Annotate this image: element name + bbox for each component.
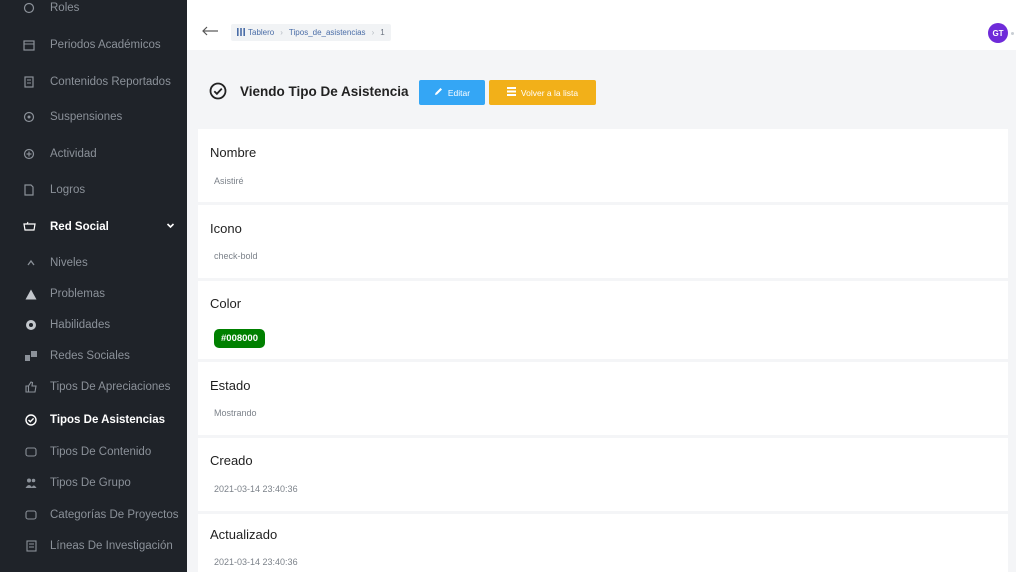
- sidebar-item-niveles[interactable]: Niveles: [0, 248, 187, 278]
- sidebar-item-label: Tipos De Apreciaciones: [50, 381, 171, 393]
- sidebar-item-actividad[interactable]: Actividad: [0, 139, 187, 169]
- field-label: Creado: [210, 453, 253, 468]
- sidebar-item-habilidades[interactable]: Habilidades: [0, 310, 187, 340]
- sidebar-item-periodos-academicos[interactable]: Periodos Académicos: [0, 30, 187, 60]
- check-circle-icon: [24, 413, 38, 427]
- sidebar-item-contenidos-reportados[interactable]: Contenidos Reportados: [0, 67, 187, 97]
- sidebar: Roles Periodos Académicos Contenidos Rep…: [0, 0, 187, 572]
- sidebar-item-label: Logros: [50, 184, 86, 196]
- breadcrumb-home-link[interactable]: Tablero: [248, 28, 274, 37]
- field-value: Mostrando: [214, 408, 257, 418]
- sidebar-item-problemas[interactable]: Problemas: [0, 279, 187, 309]
- sidebar-item-tipos-de-contenido[interactable]: Tipos De Contenido: [0, 437, 187, 467]
- main-content: Tablero › Tipos_de_asistencias › 1 GT Vi…: [187, 10, 1016, 572]
- sidebar-item-tipos-de-grupo[interactable]: Tipos De Grupo: [0, 468, 187, 498]
- content-icon: [24, 445, 38, 459]
- calendar-icon: [22, 38, 36, 52]
- field-label: Nombre: [210, 145, 257, 160]
- dashboard-icon: [237, 27, 245, 38]
- pencil-icon: [434, 87, 448, 98]
- sidebar-item-label: Líneas De Investigación: [50, 540, 173, 552]
- achievement-icon: [22, 183, 36, 197]
- app-window: Roles Periodos Académicos Contenidos Rep…: [0, 0, 1016, 572]
- topbar: Tablero › Tipos_de_asistencias › 1 GT: [187, 10, 1016, 50]
- activity-icon: [22, 147, 36, 161]
- edit-button-label: Editar: [447, 87, 471, 98]
- breadcrumb-separator: ›: [280, 28, 283, 37]
- sidebar-item-roles[interactable]: Roles: [0, 0, 187, 23]
- sidebar-item-label: Actividad: [50, 148, 97, 160]
- sidebar-item-label: Tipos De Grupo: [50, 477, 131, 489]
- sidebar-item-red-social[interactable]: Red Social: [0, 212, 187, 242]
- field-label: Estado: [210, 378, 251, 393]
- suspension-icon: [22, 110, 36, 124]
- roles-icon: [22, 1, 36, 15]
- warning-icon: [24, 287, 38, 301]
- back-to-list-label: Volver a la lista: [520, 87, 579, 98]
- field-card-icono: Icono check-bold: [198, 205, 1008, 278]
- skills-icon: [24, 318, 38, 332]
- sidebar-item-logros[interactable]: Logros: [0, 175, 187, 205]
- document-icon: [24, 539, 38, 553]
- top-strip: [187, 0, 1016, 10]
- sidebar-item-suspensiones[interactable]: Suspensiones: [0, 102, 187, 132]
- field-label: Actualizado: [210, 527, 278, 542]
- group-icon: [24, 476, 38, 490]
- field-label: Color: [210, 296, 242, 311]
- page-title: Viendo Tipo De Asistencia: [240, 84, 409, 99]
- sidebar-item-label: Problemas: [50, 288, 105, 300]
- field-value: 2021-03-14 23:40:36: [214, 557, 298, 567]
- thumbs-up-icon: [24, 380, 38, 394]
- report-icon: [22, 75, 36, 89]
- avatar[interactable]: GT: [988, 23, 1008, 43]
- edit-button[interactable]: Editar: [419, 80, 485, 105]
- sidebar-item-tipos-de-asistencias[interactable]: Tipos De Asistencias: [0, 405, 187, 435]
- sidebar-item-tipos-de-apreciaciones[interactable]: Tipos De Apreciaciones: [0, 372, 187, 402]
- sidebar-item-label: Red Social: [50, 221, 109, 233]
- back-to-list-button[interactable]: Volver a la lista: [489, 80, 596, 105]
- sidebar-item-label: Contenidos Reportados: [50, 76, 171, 88]
- levels-icon: [24, 256, 38, 270]
- chevron-down-icon: [166, 221, 175, 230]
- category-icon: [24, 508, 38, 522]
- field-card-creado: Creado 2021-03-14 23:40:36: [198, 438, 1008, 511]
- social-icon: [24, 349, 38, 363]
- breadcrumb: Tablero › Tipos_de_asistencias › 1: [231, 24, 391, 41]
- sidebar-item-label: Roles: [50, 2, 80, 14]
- breadcrumb-section-link[interactable]: Tipos_de_asistencias: [289, 28, 366, 37]
- field-card-estado: Estado Mostrando: [198, 362, 1008, 435]
- page-header: Viendo Tipo De Asistencia Editar Volver …: [187, 50, 1016, 125]
- sidebar-item-label: Categorías De Proyectos: [50, 509, 179, 521]
- list-icon: [506, 87, 521, 98]
- sidebar-item-label: Habilidades: [50, 319, 111, 331]
- sidebar-item-label: Redes Sociales: [50, 350, 130, 362]
- social-network-icon: [22, 220, 36, 234]
- more-dot: [1011, 32, 1014, 35]
- field-label: Icono: [210, 221, 242, 236]
- sidebar-item-label: Suspensiones: [50, 111, 123, 123]
- sidebar-item-label: Periodos Académicos: [50, 39, 161, 51]
- field-value: 2021-03-14 23:40:36: [214, 484, 298, 494]
- check-circle-icon: [209, 82, 227, 100]
- field-card-nombre: Nombre Asistiré: [198, 129, 1008, 202]
- sidebar-item-lineas-de-investigacion[interactable]: Líneas De Investigación: [0, 531, 187, 561]
- sidebar-item-categorias-de-proyectos[interactable]: Categorías De Proyectos: [0, 500, 187, 530]
- color-badge: #008000: [214, 329, 265, 348]
- field-value: check-bold: [214, 251, 258, 261]
- back-arrow-icon[interactable]: [201, 24, 219, 36]
- field-value: Asistiré: [214, 176, 244, 186]
- breadcrumb-current: 1: [380, 28, 385, 37]
- sidebar-item-label: Tipos De Asistencias: [50, 414, 166, 426]
- field-card-color: Color #008000: [198, 281, 1008, 359]
- field-card-actualizado: Actualizado 2021-03-14 23:40:36: [198, 514, 1008, 572]
- sidebar-item-label: Tipos De Contenido: [50, 446, 152, 458]
- sidebar-item-label: Niveles: [50, 257, 88, 269]
- breadcrumb-separator: ›: [371, 28, 375, 37]
- sidebar-item-redes-sociales[interactable]: Redes Sociales: [0, 341, 187, 371]
